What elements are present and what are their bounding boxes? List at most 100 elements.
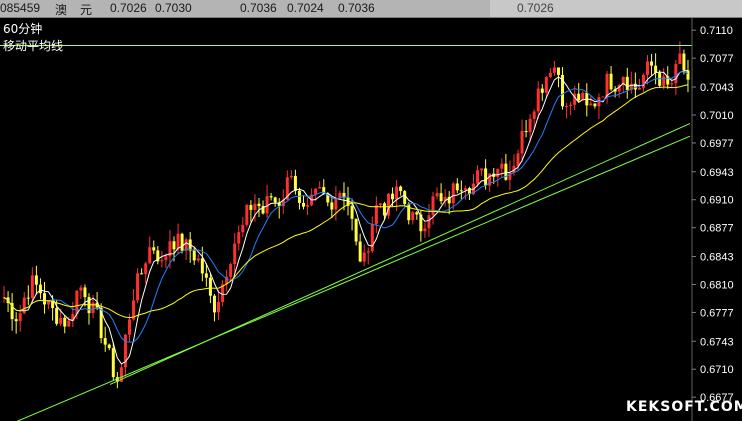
- candle-body: [476, 170, 480, 184]
- candle-body: [552, 67, 556, 73]
- candle-body: [577, 93, 581, 101]
- y-tick-label: 0.6743: [700, 336, 734, 348]
- candle-body: [451, 183, 455, 204]
- candle-body: [330, 202, 334, 210]
- candle-body: [609, 73, 613, 90]
- y-tick-label: 0.6877: [700, 223, 734, 235]
- candle-body: [540, 88, 544, 93]
- candle-body: [548, 72, 552, 78]
- candle-body: [678, 53, 682, 64]
- candle-body: [297, 190, 301, 203]
- candle-body: [249, 205, 253, 210]
- candle-body: [520, 131, 524, 154]
- candle-body: [650, 61, 654, 66]
- y-tick-label: 0.7110: [700, 25, 733, 37]
- candle-body: [459, 190, 463, 192]
- candle-body: [395, 186, 399, 200]
- candle-body: [378, 203, 382, 206]
- candle-body: [670, 83, 674, 85]
- candle-body: [641, 74, 645, 88]
- candle-body: [302, 202, 306, 207]
- y-tick-label: 0.6710: [700, 364, 734, 376]
- candle-body: [480, 168, 484, 171]
- candle-body: [208, 277, 212, 296]
- candle-body: [362, 252, 366, 262]
- candle-body: [625, 76, 629, 90]
- candle-body: [241, 224, 245, 233]
- candle-body: [293, 175, 297, 191]
- candle-body: [289, 175, 293, 178]
- candle-body: [569, 104, 573, 107]
- bid-price: 0.7026: [110, 1, 147, 15]
- candle-body: [463, 188, 467, 191]
- y-tick-label: 0.7010: [700, 110, 734, 122]
- candle-body: [75, 290, 79, 315]
- low-price: 0.7024: [287, 1, 324, 15]
- candle-body: [42, 293, 46, 305]
- candle-body: [407, 204, 411, 221]
- candle-body: [111, 348, 115, 378]
- candle-body: [374, 205, 378, 225]
- candle-body: [524, 131, 528, 133]
- candle-body: [334, 198, 338, 210]
- candle-body: [350, 205, 354, 219]
- candle-body: [160, 260, 164, 262]
- candle-body: [38, 284, 42, 294]
- candle-body: [358, 241, 362, 262]
- indicator-name: 移动平均线: [3, 39, 64, 53]
- candle-body: [423, 228, 427, 232]
- candle-body: [136, 273, 140, 301]
- candle-body: [516, 153, 520, 166]
- candle-body: [91, 302, 95, 314]
- candle-body: [382, 203, 386, 216]
- y-tick-label: 0.6943: [700, 167, 734, 179]
- candle-body: [144, 263, 148, 275]
- candle-body: [107, 344, 111, 349]
- candle-body: [140, 273, 144, 275]
- candle-body: [18, 313, 22, 322]
- candle-body: [654, 65, 658, 74]
- candle-body: [536, 88, 540, 112]
- candle-body: [152, 247, 156, 251]
- y-tick-label: 0.6977: [700, 138, 734, 150]
- candle-body: [662, 76, 666, 86]
- candle-body: [399, 186, 403, 192]
- symbol-name-2: 元: [80, 3, 93, 17]
- candle-body: [439, 193, 443, 202]
- candle-body: [484, 168, 488, 186]
- candle-body: [637, 87, 641, 90]
- candle-body: [674, 63, 678, 84]
- candle-body: [196, 258, 200, 261]
- candle-body: [30, 275, 34, 299]
- candle-body: [34, 275, 38, 285]
- prev-price: 0.7036: [338, 1, 375, 15]
- candle-body: [411, 212, 415, 221]
- candle-body: [391, 193, 395, 200]
- candle-body: [200, 258, 204, 274]
- y-tick-label: 0.6843: [700, 252, 734, 264]
- candle-body: [528, 118, 532, 133]
- symbol-code: 085459: [0, 1, 41, 15]
- candle-body: [431, 196, 435, 216]
- candle-body: [55, 308, 59, 324]
- candle-body: [318, 187, 322, 189]
- candle-body: [565, 106, 569, 108]
- price-chart[interactable]: 0.7110 0.7077 0.7043 0.7010 0.6977 0.6943 0.69…: [0, 18, 742, 421]
- y-tick-label: 0.6777: [700, 307, 734, 319]
- candle-body: [237, 232, 241, 244]
- candle-body: [192, 250, 196, 261]
- quote-header-bar: 085459 澳 元 0.7026 0.7030 0.7036 0.7024 0…: [0, 0, 742, 18]
- candle-body: [686, 70, 690, 80]
- candle-body: [496, 168, 500, 177]
- y-tick-label: 0.6810: [700, 279, 734, 291]
- candle-body: [544, 77, 548, 93]
- candle-body: [500, 163, 504, 169]
- candle-body: [605, 73, 609, 97]
- candle-body: [273, 197, 277, 203]
- y-tick-label: 0.6910: [700, 195, 734, 207]
- ask-price: 0.7030: [155, 1, 192, 15]
- candle-body: [435, 193, 439, 197]
- candle-body: [306, 205, 310, 207]
- candle-body: [556, 67, 560, 75]
- chart-period-title: 60分钟: [3, 22, 43, 36]
